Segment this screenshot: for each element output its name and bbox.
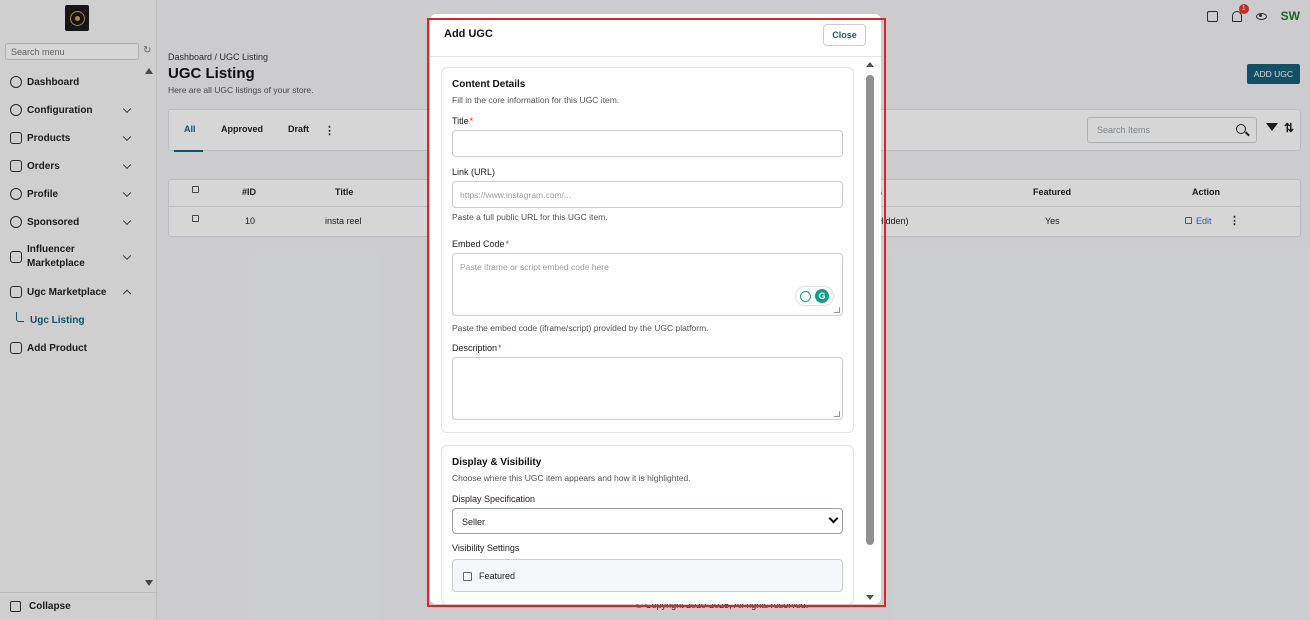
highlight-frame <box>427 18 886 607</box>
